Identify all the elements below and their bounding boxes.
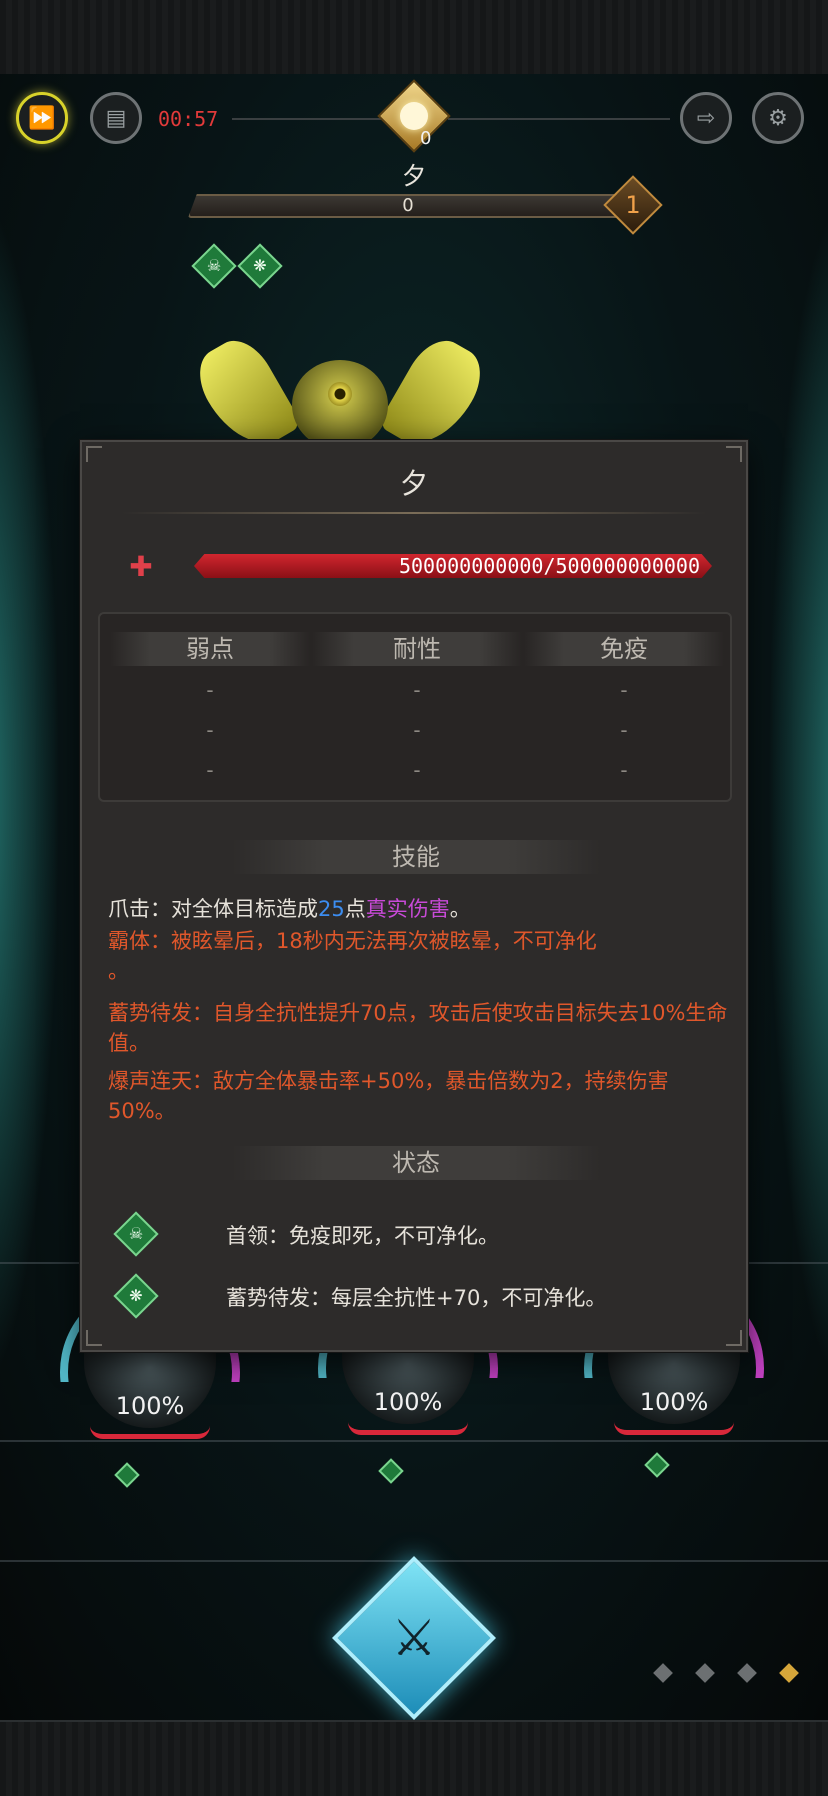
status-header: 状态 <box>232 1146 600 1180</box>
boss-hp-value: 500000000000/500000000000 <box>398 554 700 578</box>
skill-charge: 蓄势待发：自身全抗性提升70点，攻击后使攻击目标失去10%生命值。 <box>108 1001 728 1055</box>
left-glow <box>0 194 60 1394</box>
boss-shield-value: 0 <box>402 195 414 216</box>
skill-claw-damage-type: 真实伤害 <box>365 897 450 921</box>
speed-toggle-button[interactable]: ⏩ <box>16 92 68 144</box>
top-frame <box>0 0 828 76</box>
health-cross-icon: ✚ <box>129 550 153 583</box>
bottom-frame <box>0 1720 828 1796</box>
skill-claw-text: 爪击：对全体目标造成 <box>108 897 318 921</box>
panel-title: 夕 <box>399 467 428 500</box>
right-glow <box>768 194 828 1394</box>
hero-hp-arc <box>348 1422 468 1435</box>
boss-info-panel[interactable]: 夕 ✚ 500000000000/500000000000 弱点 耐性 免疫 -… <box>80 440 748 1352</box>
monitor-icon: ▤ <box>105 105 127 131</box>
skill-claw: 爪击：对全体目标造成25点真实伤害。 <box>108 894 728 924</box>
skill-super-armor-tail: 。 <box>108 959 129 983</box>
skill-firecracker: 爆声连天：敌方全体暴击率+50%，暴击倍数为2，持续伤害50%。 <box>108 1069 669 1123</box>
skills-header: 技能 <box>232 840 600 874</box>
immunity-cell: - <box>620 718 628 742</box>
title-divider <box>122 512 706 514</box>
stack-counter: 1 <box>625 191 641 219</box>
boss-eye <box>328 382 352 406</box>
immunity-cell: - <box>620 678 628 702</box>
skill-claw-damage: 25 <box>318 897 345 921</box>
party-member-3[interactable]: 100% <box>584 1278 764 1458</box>
swirl-glyph: ❋ <box>129 1286 143 1305</box>
hero-hp-arc <box>90 1426 210 1439</box>
party-member-1[interactable]: 100% <box>60 1282 240 1462</box>
hud-divider <box>448 118 670 120</box>
hero-hp-percent: 100% <box>115 1392 185 1420</box>
skill-super-armor-text: 霸体：被眩晕后，18秒内无法再次被眩晕，不可净化 <box>108 929 597 953</box>
party-member-2[interactable]: 100% <box>318 1278 498 1458</box>
weakness-cell: - <box>206 758 214 782</box>
immunity-cell: - <box>620 758 628 782</box>
skull-icon: ☠ <box>206 256 222 275</box>
swirl-icon: ❋ <box>253 256 267 275</box>
resistance-header: 耐性 <box>312 632 522 666</box>
status-text: 蓄势待发：每层全抗性+70，不可净化。 <box>226 1286 607 1310</box>
sun-core <box>400 102 428 130</box>
weakness-cell: - <box>206 678 214 702</box>
resistance-cell: - <box>413 678 421 702</box>
hero-hp-percent: 100% <box>373 1388 443 1416</box>
gear-icon: ⚙ <box>768 105 788 131</box>
battle-timer: 00:57 <box>158 107 219 131</box>
panel-corner <box>726 446 742 462</box>
boss-sprite[interactable] <box>187 320 493 461</box>
panel-corner <box>86 446 102 462</box>
panel-corner <box>86 1330 102 1346</box>
panel-corner <box>726 1330 742 1346</box>
skill-super-armor: 霸体：被眩晕后，18秒内无法再次被眩晕，不可净化 。 <box>108 926 728 986</box>
skull-glyph: ☠ <box>128 1224 144 1243</box>
fast-forward-icon: ⏩ <box>28 105 56 131</box>
hud-divider <box>232 118 382 120</box>
resistance-cell: - <box>413 718 421 742</box>
auto-battle-button[interactable]: ▤ <box>90 92 142 144</box>
weakness-cell: - <box>206 718 214 742</box>
status-row-charge[interactable]: ❋ 蓄势待发：每层全抗性+70，不可净化。 <box>102 1273 722 1320</box>
crossed-swords-icon: ⚔ <box>391 1609 437 1667</box>
weakness-header: 弱点 <box>110 632 310 666</box>
settings-button[interactable]: ⚙ <box>752 92 804 144</box>
immunity-header: 免疫 <box>524 632 724 666</box>
hero-hp-arc <box>614 1422 734 1435</box>
hero-hp-percent: 100% <box>639 1388 709 1416</box>
status-row-boss[interactable]: ☠ 首领：免疫即死，不可净化。 <box>102 1211 722 1258</box>
exit-battle-button[interactable]: ⇨ <box>680 92 732 144</box>
boss-name: 夕 <box>402 162 426 190</box>
resistance-cell: - <box>413 758 421 782</box>
emblem-count: 0 <box>420 128 432 149</box>
skill-claw-unit: 点 <box>344 897 366 921</box>
skill-claw-end: 。 <box>449 897 471 921</box>
status-text: 首领：免疫即死，不可净化。 <box>226 1224 499 1248</box>
exit-icon: ⇨ <box>696 105 716 131</box>
resistance-table: 弱点 耐性 免疫 - - - - - - - - - <box>98 612 732 802</box>
